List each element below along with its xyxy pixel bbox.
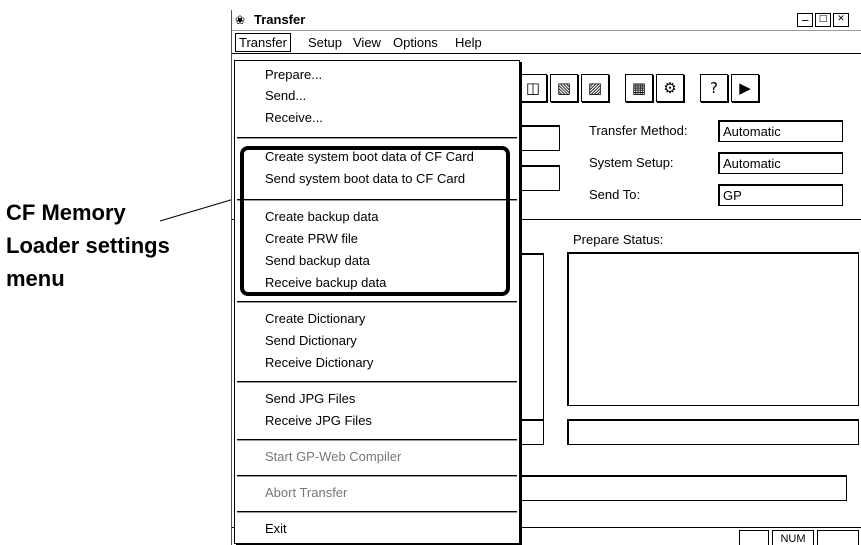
prepare-icon[interactable]: ◫ xyxy=(519,74,547,102)
status-num: NUM xyxy=(772,530,814,545)
transfer-method-label: Transfer Method: xyxy=(589,123,688,138)
menu-separator xyxy=(237,301,517,303)
toolbar: ◫ ▧ ▨ ▦ ⚙ ? ▶ xyxy=(519,74,759,102)
menu-item-start-web-compiler[interactable]: Start GP-Web Compiler xyxy=(265,449,401,464)
menu-view[interactable]: View xyxy=(350,34,384,51)
transfer-method-select[interactable]: Automatic xyxy=(718,120,843,142)
menu-separator xyxy=(237,475,517,477)
send-icon[interactable]: ▧ xyxy=(550,74,578,102)
menu-item-receive[interactable]: Receive... xyxy=(265,110,323,125)
window-title: Transfer xyxy=(254,12,306,27)
title-bar: ❀ Transfer ⚊ □ ✕ xyxy=(232,10,861,31)
menu-separator xyxy=(237,381,517,383)
exit-icon[interactable]: ▶ xyxy=(731,74,759,102)
status-caps xyxy=(739,530,769,545)
settings-icon[interactable]: ⚙ xyxy=(656,74,684,102)
maximize-icon[interactable]: □ xyxy=(815,13,831,27)
system-setup-select[interactable]: Automatic xyxy=(718,152,843,174)
menu-separator xyxy=(237,137,517,139)
compare-icon[interactable]: ▦ xyxy=(625,74,653,102)
help-icon[interactable]: ? xyxy=(700,74,728,102)
menu-item-abort-transfer[interactable]: Abort Transfer xyxy=(265,485,347,500)
close-icon[interactable]: ✕ xyxy=(833,13,849,27)
menu-item-send[interactable]: Send... xyxy=(265,88,306,103)
menu-bar: Transfer Setup View Options Help xyxy=(232,31,861,54)
menu-item-send-jpg[interactable]: Send JPG Files xyxy=(265,391,355,406)
send-to-label: Send To: xyxy=(589,187,641,202)
menu-separator xyxy=(237,511,517,513)
menu-item-exit[interactable]: Exit xyxy=(265,521,287,536)
menu-help[interactable]: Help xyxy=(452,34,485,51)
menu-item-prepare[interactable]: Prepare... xyxy=(265,67,322,82)
status-bar: NUM xyxy=(739,530,859,545)
menu-separator xyxy=(237,439,517,441)
send-to-select[interactable]: GP xyxy=(718,184,843,206)
menu-item-send-dictionary[interactable]: Send Dictionary xyxy=(265,333,357,348)
message-field xyxy=(512,475,847,501)
prepare-status-label: Prepare Status: xyxy=(573,232,664,247)
transfer-menu: Prepare... Send... Receive... Create sys… xyxy=(234,60,520,544)
system-setup-label: System Setup: xyxy=(589,155,674,170)
transfer-app-icon: ❀ xyxy=(235,13,246,27)
menu-options[interactable]: Options xyxy=(390,34,441,51)
receive-icon[interactable]: ▨ xyxy=(581,74,609,102)
status-scroll xyxy=(817,530,859,545)
menu-item-receive-dictionary[interactable]: Receive Dictionary xyxy=(265,355,373,370)
prepare-status-box xyxy=(567,252,859,406)
cf-memory-loader-highlight xyxy=(240,146,510,296)
menu-transfer[interactable]: Transfer xyxy=(235,33,291,52)
progress-bar xyxy=(567,419,859,445)
menu-setup[interactable]: Setup xyxy=(305,34,345,51)
minimize-icon[interactable]: ⚊ xyxy=(797,13,813,27)
menu-item-create-dictionary[interactable]: Create Dictionary xyxy=(265,311,365,326)
menu-item-receive-jpg[interactable]: Receive JPG Files xyxy=(265,413,372,428)
